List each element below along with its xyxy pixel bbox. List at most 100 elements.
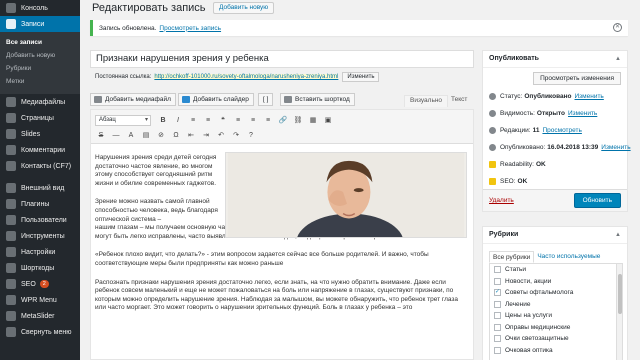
- tab-popular-categories[interactable]: Часто используемые: [534, 251, 603, 263]
- category-item[interactable]: ✓ Советы офтальмолога: [490, 287, 622, 299]
- categories-box-header[interactable]: Рубрики ▲: [483, 227, 627, 244]
- sidebar-item-shortcodes[interactable]: Шорткоды: [0, 260, 80, 276]
- readability-row: Readability: OK: [489, 161, 546, 168]
- status-edit-link[interactable]: Изменить: [575, 93, 604, 100]
- checkbox[interactable]: [494, 346, 501, 354]
- mail-icon: [6, 161, 16, 171]
- horizontal-line-icon[interactable]: —: [110, 130, 122, 141]
- sidebar-item-console[interactable]: Консоль: [0, 0, 80, 16]
- align-center-icon[interactable]: ≡: [247, 115, 259, 126]
- tab-text[interactable]: Текст: [446, 95, 472, 107]
- sidebar-collapse[interactable]: Свернуть меню: [0, 324, 80, 340]
- link-icon[interactable]: 🔗: [277, 115, 289, 126]
- toolbar-row-2: S — A ▤ ⊘ Ω ⇤ ⇥ ↶ ↷ ?: [95, 128, 260, 142]
- checkbox[interactable]: [494, 266, 501, 274]
- users-icon: [6, 215, 16, 225]
- help-icon[interactable]: ?: [245, 130, 257, 141]
- sidebar-item-contacts[interactable]: Контакты (CF7): [0, 158, 80, 174]
- submenu-tags[interactable]: Метки: [0, 75, 80, 88]
- align-right-icon[interactable]: ≡: [262, 115, 274, 126]
- paste-text-icon[interactable]: ▤: [140, 130, 152, 141]
- checkbox-checked[interactable]: ✓: [494, 289, 501, 297]
- categories-scrollbar[interactable]: [616, 264, 622, 360]
- indent-icon[interactable]: ⇥: [200, 130, 212, 141]
- sidebar-item-wpr-menu[interactable]: WPR Menu: [0, 292, 80, 308]
- category-item[interactable]: Статьи: [490, 264, 622, 276]
- dismiss-icon[interactable]: ✕: [613, 23, 622, 32]
- numbered-list-icon[interactable]: ≡: [202, 115, 214, 126]
- category-item[interactable]: Лечение: [490, 299, 622, 311]
- bullet-list-icon[interactable]: ≡: [187, 115, 199, 126]
- sidebar-item-media[interactable]: Медиафайлы: [0, 94, 80, 110]
- special-chars-icon[interactable]: Ω: [170, 130, 182, 141]
- revisions-view-link[interactable]: Просмотреть: [542, 127, 581, 134]
- more-tag-icon[interactable]: ▦: [307, 115, 319, 126]
- tab-all-categories[interactable]: Все рубрики: [489, 251, 535, 263]
- preview-changes-button[interactable]: Просмотреть изменения: [533, 72, 621, 85]
- add-new-button[interactable]: Добавить новую: [213, 2, 275, 14]
- update-button[interactable]: Обновить: [573, 193, 621, 208]
- italic-button[interactable]: I: [172, 115, 184, 126]
- category-item[interactable]: Оправы медицинские: [490, 322, 622, 334]
- checkbox[interactable]: [494, 335, 501, 343]
- add-media-button[interactable]: Добавить медиафайл: [90, 93, 176, 106]
- category-item[interactable]: Очковая оптика: [490, 345, 622, 357]
- checkbox[interactable]: [494, 312, 501, 320]
- visibility-edit-link[interactable]: Изменить: [568, 110, 597, 117]
- checkbox[interactable]: [494, 323, 501, 331]
- permalink-url[interactable]: http://ochkoff-101000.ru/sovety-oftalmol…: [154, 74, 339, 80]
- editor-content[interactable]: Нарушения зрения среди детей сегодня дос…: [91, 144, 473, 313]
- sidebar-item-metaslider[interactable]: MetaSlider: [0, 308, 80, 324]
- sidebar-item-pages[interactable]: Страницы: [0, 110, 80, 126]
- blockquote-icon[interactable]: ❝: [217, 115, 229, 126]
- slider-icon: [182, 96, 190, 103]
- sidebar-item-plugins[interactable]: Плагины: [0, 196, 80, 212]
- content-editor[interactable]: Абзац B I ≡ ≡ ❝ ≡ ≡ ≡ 🔗 ⛓ ▦ ▣ S — A ▤ ⊘ …: [90, 109, 474, 360]
- format-select[interactable]: Абзац: [95, 114, 151, 126]
- text-color-icon[interactable]: A: [125, 130, 137, 141]
- insert-shortcode-button[interactable]: Вставить шорткод: [280, 93, 355, 106]
- outdent-icon[interactable]: ⇤: [185, 130, 197, 141]
- checkbox[interactable]: [494, 300, 501, 308]
- sidebar-item-posts[interactable]: Записи: [0, 16, 80, 32]
- delete-link[interactable]: Удалить: [489, 197, 514, 204]
- tab-visual[interactable]: Визуально: [404, 95, 449, 107]
- brackets-button[interactable]: [ ]: [258, 93, 274, 106]
- sidebar-item-label: MetaSlider: [21, 312, 55, 320]
- submenu-all-posts[interactable]: Все записи: [0, 36, 80, 49]
- sidebar-item-users[interactable]: Пользователи: [0, 212, 80, 228]
- align-left-icon[interactable]: ≡: [232, 115, 244, 126]
- triangle-up-icon[interactable]: ▲: [615, 227, 621, 243]
- post-image[interactable]: [225, 152, 467, 238]
- sidebar-item-settings[interactable]: Настройки: [0, 244, 80, 260]
- date-edit-link[interactable]: Изменить: [601, 144, 630, 151]
- triangle-up-icon[interactable]: ▲: [615, 51, 621, 67]
- category-item[interactable]: Цены на услуги: [490, 310, 622, 322]
- status-value: Опубликовано: [524, 93, 572, 100]
- submenu-categories[interactable]: Рубрики: [0, 62, 80, 75]
- add-slider-button[interactable]: Добавить слайдер: [178, 93, 254, 106]
- sidebar-item-seo[interactable]: SEO 2: [0, 276, 80, 292]
- scrollbar-thumb[interactable]: [618, 274, 622, 314]
- publish-box-header[interactable]: Опубликовать ▲: [483, 51, 627, 68]
- bold-button[interactable]: B: [157, 115, 169, 126]
- sidebar-item-comments[interactable]: Комментарии: [0, 142, 80, 158]
- sidebar-item-appearance[interactable]: Внешний вид: [0, 180, 80, 196]
- sidebar-item-tools[interactable]: Инструменты: [0, 228, 80, 244]
- seo-value: OK: [517, 178, 528, 185]
- clear-formatting-icon[interactable]: ⊘: [155, 130, 167, 141]
- readability-icon: [489, 161, 496, 168]
- category-item[interactable]: Очки светозащитные: [490, 333, 622, 345]
- view-post-link[interactable]: Просмотреть запись: [159, 25, 221, 32]
- unlink-icon[interactable]: ⛓: [292, 115, 304, 126]
- strikethrough-button[interactable]: S: [95, 130, 107, 141]
- undo-icon[interactable]: ↶: [215, 130, 227, 141]
- checkbox[interactable]: [494, 277, 501, 285]
- submenu-add-new[interactable]: Добавить новую: [0, 49, 80, 62]
- sidebar-item-slides[interactable]: Slides: [0, 126, 80, 142]
- redo-icon[interactable]: ↷: [230, 130, 242, 141]
- category-item[interactable]: Новости, акции: [490, 276, 622, 288]
- toolbar-toggle-icon[interactable]: ▣: [322, 115, 334, 126]
- permalink-edit-button[interactable]: Изменить: [342, 72, 380, 82]
- post-title-input[interactable]: Признаки нарушения зрения у ребенка: [90, 50, 474, 68]
